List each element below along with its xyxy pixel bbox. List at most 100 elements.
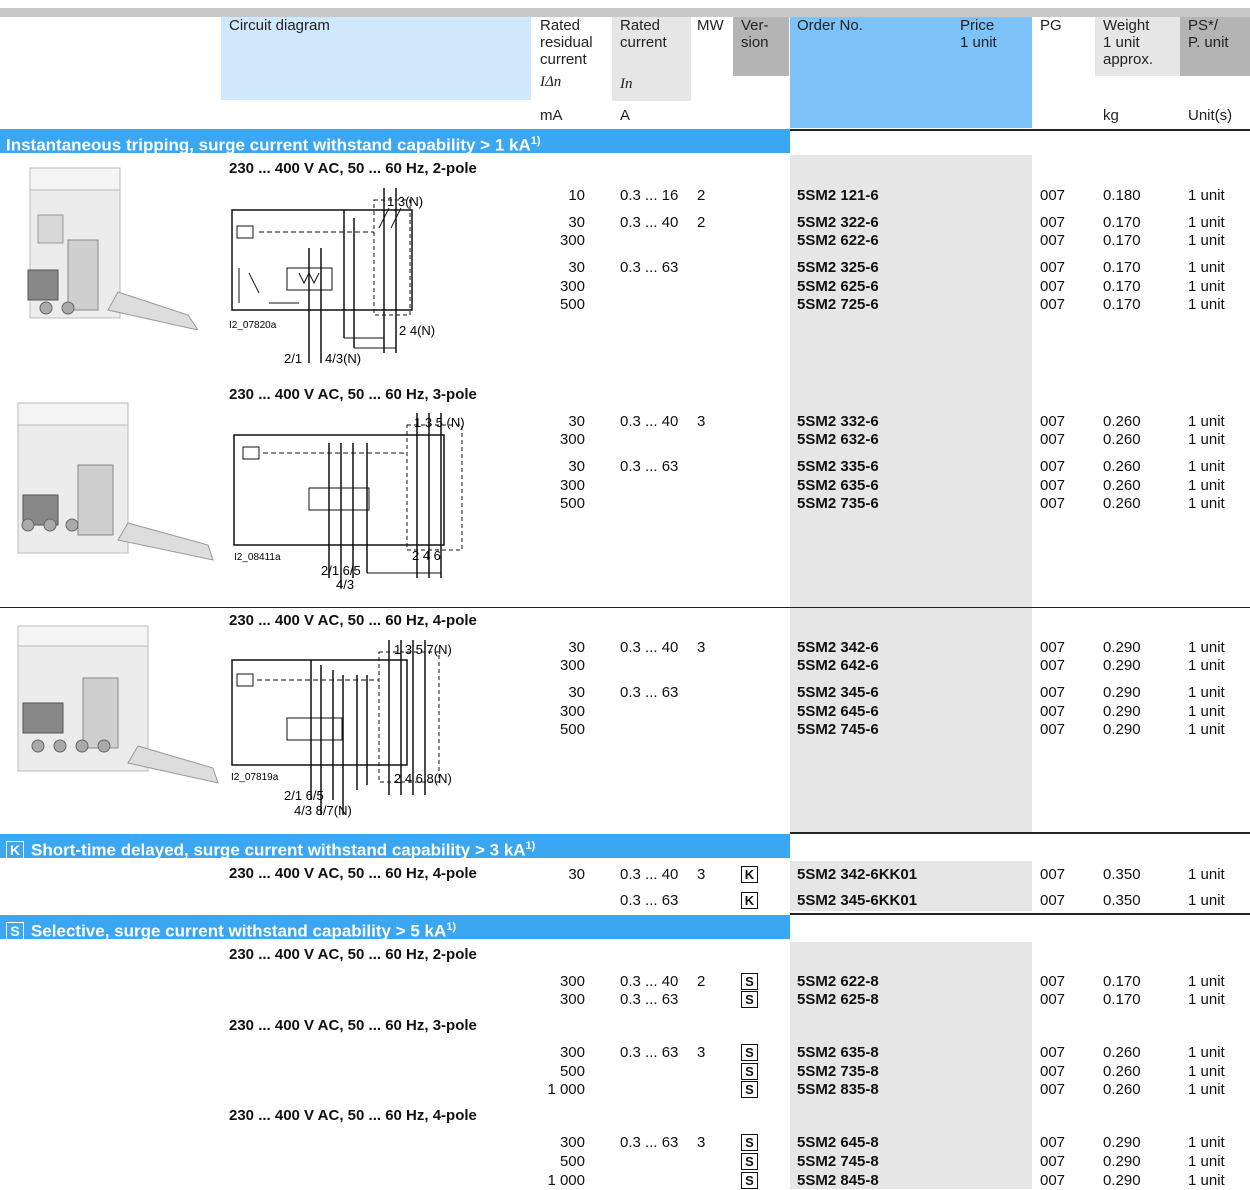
order-number-cell: 5SM2 332-6 <box>797 413 879 430</box>
version-badge-k: K <box>6 840 24 859</box>
weight-cell: 0.170 <box>1103 991 1141 1008</box>
table-row: 500 5SM2 745-6 007 0.290 1 unit <box>0 720 1250 739</box>
order-number-cell: 5SM2 835-8 <box>797 1081 879 1098</box>
version-mark: S <box>741 973 758 990</box>
ps-cell: 1 unit <box>1188 187 1225 204</box>
order-number-cell: 5SM2 645-8 <box>797 1134 879 1151</box>
pg-cell: 007 <box>1040 657 1066 674</box>
table-row: 300 0.3 ... 63 3 5SM2 645-8 007 0.290 1 unit S <box>0 1133 1250 1152</box>
subhead-inst-4pole: 230 ... 400 V AC, 50 ... 60 Hz, 4-pole <box>229 612 477 629</box>
rated-current-cell: 0.3 ... 63 <box>620 458 679 475</box>
section-title-short-time: K Short-time delayed, surge current withs… <box>6 834 535 863</box>
rated-current-cell: 0.3 ... 63 <box>620 892 679 909</box>
pg-cell: 007 <box>1040 973 1066 990</box>
residual-current-cell: 30 <box>568 866 585 883</box>
pg-cell: 007 <box>1040 1081 1066 1098</box>
pg-cell: 007 <box>1040 458 1066 475</box>
pg-cell: 007 <box>1040 1044 1066 1061</box>
rated-current-cell: 0.3 ... 40 <box>620 214 679 231</box>
section-title-text: Short-time delayed, surge current withst… <box>31 840 526 860</box>
table-row: 30 0.3 ... 63 5SM2 345-6 007 0.290 1 unit <box>0 683 1250 702</box>
residual-current-cell: 500 <box>559 1063 585 1080</box>
header-rated-current: Rated current <box>620 17 667 51</box>
table-row: 300 0.3 ... 63 5SM2 625-8 007 0.170 1 unit S <box>0 990 1250 1009</box>
order-number-cell: 5SM2 335-6 <box>797 458 879 475</box>
order-number-cell: 5SM2 345-6KK01 <box>797 892 918 909</box>
ps-cell: 1 unit <box>1188 278 1225 295</box>
terminal-label-right: 4/3 <box>336 577 354 592</box>
subhead-inst-3pole: 230 ... 400 V AC, 50 ... 60 Hz, 3-pole <box>229 386 477 403</box>
weight-cell: 0.290 <box>1103 703 1141 720</box>
residual-current-cell: 1 000 <box>547 1081 585 1098</box>
table-row: 30 0.3 ... 63 5SM2 335-6 007 0.260 1 unit <box>0 457 1250 476</box>
version-mark: K <box>741 892 758 909</box>
table-row: 30 0.3 ... 40 2 5SM2 322-6 007 0.170 1 unit <box>0 213 1250 232</box>
pg-cell: 007 <box>1040 232 1066 249</box>
residual-current-cell: 300 <box>559 973 585 990</box>
ps-cell: 1 unit <box>1188 1063 1225 1080</box>
subhead-inst-2pole: 230 ... 400 V AC, 50 ... 60 Hz, 2-pole <box>229 160 477 177</box>
order-number-cell: 5SM2 635-8 <box>797 1044 879 1061</box>
weight-cell: 0.170 <box>1103 278 1141 295</box>
residual-current-cell: 30 <box>568 259 585 276</box>
ps-cell: 1 unit <box>1188 657 1225 674</box>
ps-cell: 1 unit <box>1188 991 1225 1008</box>
ps-cell: 1 unit <box>1188 703 1225 720</box>
version-mark: S <box>741 1063 758 1080</box>
ps-cell: 1 unit <box>1188 214 1225 231</box>
weight-cell: 0.260 <box>1103 413 1141 430</box>
pg-cell: 007 <box>1040 892 1066 909</box>
version-mark: S <box>741 1044 758 1061</box>
terminal-label-left: 2/1 6/5 <box>321 563 361 578</box>
pg-cell: 007 <box>1040 1063 1066 1080</box>
pg-cell: 007 <box>1040 413 1066 430</box>
block-divider <box>0 607 1250 608</box>
pg-cell: 007 <box>1040 187 1066 204</box>
table-row: 500 5SM2 735-6 007 0.260 1 unit <box>0 494 1250 513</box>
table-row: 1 000 5SM2 845-8 007 0.290 1 unit S <box>0 1171 1250 1190</box>
unit-units: Unit(s) <box>1188 107 1233 124</box>
header-ps: PS*/ P. unit <box>1188 17 1229 51</box>
table-row: 30 0.3 ... 40 3 5SM2 332-6 007 0.260 1 unit <box>0 412 1250 431</box>
order-number-cell: 5SM2 121-6 <box>797 187 879 204</box>
pg-cell: 007 <box>1040 684 1066 701</box>
terminal-label-left: 2/1 <box>284 351 302 366</box>
table-row: 300 5SM2 642-6 007 0.290 1 unit <box>0 656 1250 675</box>
ps-cell: 1 unit <box>1188 495 1225 512</box>
rated-current-cell: 0.3 ... 63 <box>620 259 679 276</box>
table-row: 30 0.3 ... 40 3 5SM2 342-6 007 0.290 1 unit <box>0 638 1250 657</box>
weight-cell: 0.290 <box>1103 639 1141 656</box>
version-mark: S <box>741 1172 758 1189</box>
section-title-instantaneous: Instantaneous tripping, surge current wi… <box>6 129 541 158</box>
weight-cell: 0.260 <box>1103 458 1141 475</box>
weight-cell: 0.290 <box>1103 721 1141 738</box>
pg-cell: 007 <box>1040 278 1066 295</box>
rated-current-cell: 0.3 ... 40 <box>620 639 679 656</box>
weight-cell: 0.260 <box>1103 1044 1141 1061</box>
header-circuit-diagram: Circuit diagram <box>229 17 330 34</box>
order-number-cell: 5SM2 325-6 <box>797 259 879 276</box>
residual-current-cell: 300 <box>559 1134 585 1151</box>
weight-cell: 0.170 <box>1103 232 1141 249</box>
ps-cell: 1 unit <box>1188 973 1225 990</box>
pg-cell: 007 <box>1040 866 1066 883</box>
pg-cell: 007 <box>1040 495 1066 512</box>
ps-cell: 1 unit <box>1188 296 1225 313</box>
mw-cell: 3 <box>697 413 706 430</box>
version-mark: S <box>741 1153 758 1170</box>
footnote-ref: 1) <box>446 921 457 933</box>
version-badge-s: S <box>6 921 24 940</box>
weight-cell: 0.260 <box>1103 1063 1141 1080</box>
order-number-cell: 5SM2 635-6 <box>797 477 879 494</box>
weight-cell: 0.260 <box>1103 1081 1141 1098</box>
weight-cell: 0.260 <box>1103 431 1141 448</box>
weight-cell: 0.260 <box>1103 495 1141 512</box>
residual-current-cell: 1 000 <box>547 1172 585 1189</box>
ps-cell: 1 unit <box>1188 1081 1225 1098</box>
pg-cell: 007 <box>1040 1153 1066 1170</box>
pg-cell: 007 <box>1040 214 1066 231</box>
pg-cell: 007 <box>1040 1172 1066 1189</box>
order-number-cell: 5SM2 625-6 <box>797 278 879 295</box>
pg-cell: 007 <box>1040 431 1066 448</box>
pg-cell: 007 <box>1040 703 1066 720</box>
